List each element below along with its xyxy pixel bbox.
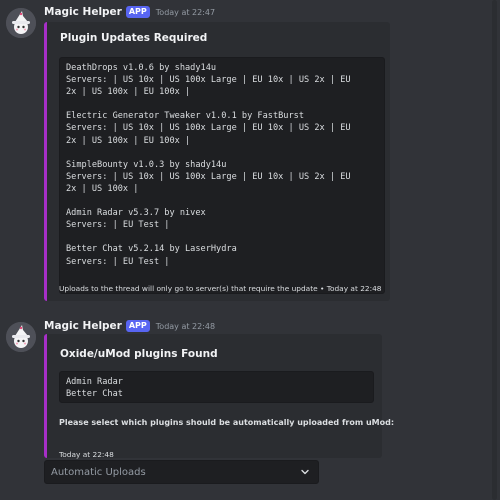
scrollbar[interactable] bbox=[492, 0, 497, 500]
embed: Plugin Updates Required DeathDrops v1.0.… bbox=[44, 22, 390, 301]
code-line: Better Chat v5.2.14 by LaserHydra bbox=[66, 244, 237, 255]
code-line: SimpleBounty v1.0.3 by shady14u bbox=[66, 159, 227, 170]
embed-footer: Uploads to the thread will only go to se… bbox=[59, 284, 382, 293]
code-line: Servers: | US 10x | US 100x Large | EU 1… bbox=[66, 75, 351, 86]
avatar[interactable] bbox=[6, 8, 36, 38]
embed-title: Oxide/uMod plugins Found bbox=[60, 348, 218, 360]
automatic-uploads-select[interactable]: Automatic Uploads bbox=[44, 460, 319, 484]
code-block: Admin Radar Better Chat bbox=[59, 371, 374, 403]
code-line: Electric Generator Tweaker v1.0.1 by Fas… bbox=[66, 111, 304, 122]
avatar[interactable] bbox=[6, 322, 36, 352]
timestamp: Today at 22:48 bbox=[155, 321, 216, 331]
chevron-down-icon bbox=[301, 469, 309, 475]
wizard-hat-avatar-icon bbox=[6, 322, 36, 352]
code-line: 2x | US 100x | EU 100x | bbox=[66, 135, 191, 146]
wizard-hat-avatar-icon bbox=[6, 8, 36, 38]
embed-title: Plugin Updates Required bbox=[60, 32, 208, 44]
code-line: Admin Radar v5.3.7 by nivex bbox=[66, 208, 206, 219]
embed-footer: Today at 22:48 bbox=[59, 450, 114, 459]
app-badge: APP bbox=[125, 320, 150, 332]
message-header: Magic Helper APP Today at 22:48 bbox=[44, 319, 215, 333]
code-line: Servers: | US 10x | US 100x Large | EU 1… bbox=[66, 123, 351, 134]
username[interactable]: Magic Helper bbox=[44, 6, 122, 18]
code-line: 2x | US 100x | EU 100x | bbox=[66, 87, 191, 98]
code-block: DeathDrops v1.0.6 by shady14u Servers: |… bbox=[59, 57, 385, 294]
code-line: Better Chat bbox=[66, 389, 123, 400]
app-badge: APP bbox=[125, 6, 150, 18]
message-header: Magic Helper APP Today at 22:47 bbox=[44, 5, 215, 19]
code-line: Servers: | US 10x | US 100x Large | EU 1… bbox=[66, 171, 351, 182]
code-line: Admin Radar bbox=[66, 377, 123, 387]
code-line: DeathDrops v1.0.6 by shady14u bbox=[66, 63, 217, 73]
code-line: Servers: | EU Test | bbox=[66, 256, 170, 267]
code-line: Servers: | EU Test | bbox=[66, 220, 170, 231]
code-line: 2x | US 100x | bbox=[66, 183, 139, 194]
username[interactable]: Magic Helper bbox=[44, 320, 122, 332]
select-placeholder: Automatic Uploads bbox=[51, 466, 146, 478]
timestamp: Today at 22:47 bbox=[155, 7, 216, 17]
embed: Oxide/uMod plugins Found Admin Radar Bet… bbox=[44, 334, 394, 459]
embed-description: Please select which plugins should be au… bbox=[59, 418, 395, 427]
